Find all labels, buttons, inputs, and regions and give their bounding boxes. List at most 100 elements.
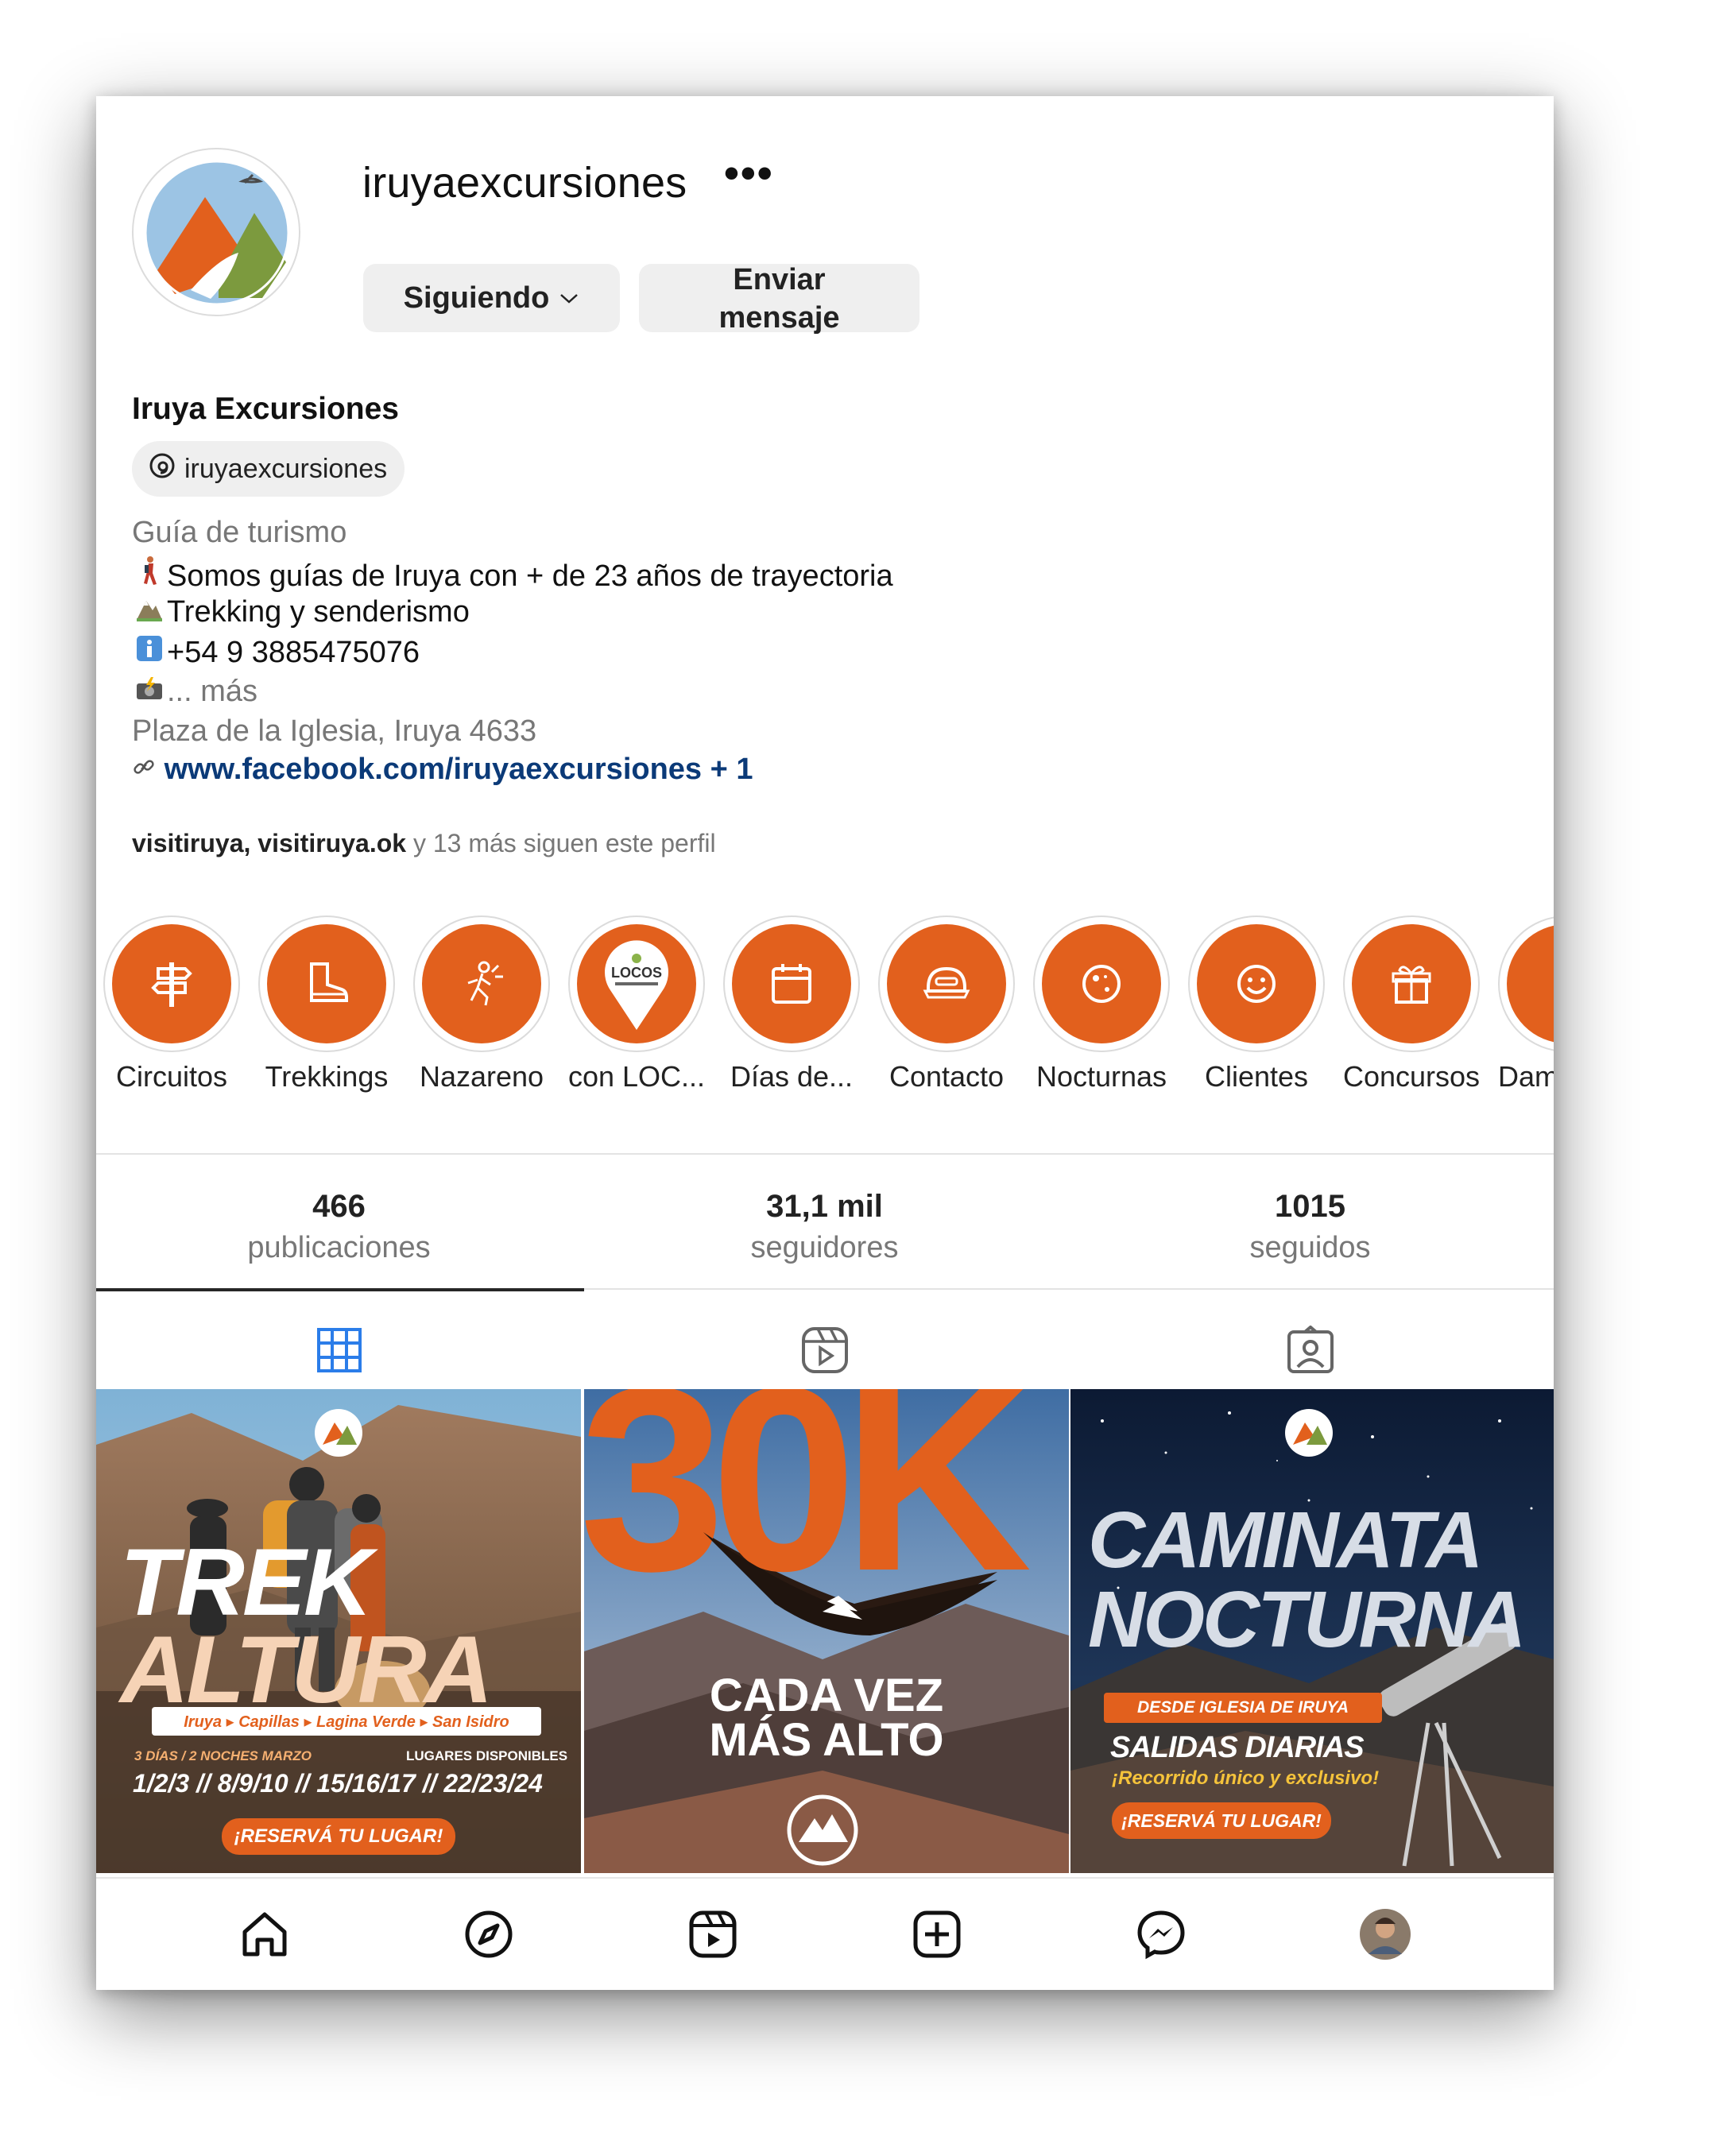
bio-more-link[interactable]: ... más <box>167 675 257 708</box>
post-title-line2: NOCTURNA <box>1088 1575 1526 1664</box>
post-subtitle: CADA VEZ MÁS ALTO <box>584 1673 1069 1766</box>
post-cta: ¡RESERVÁ TU LUGAR! <box>1112 1802 1331 1839</box>
post-availability: LUGARES DISPONIBLES <box>406 1748 568 1763</box>
post-route: Iruya ▸ Capillas ▸ Lagina Verde ▸ San Is… <box>152 1707 541 1736</box>
following-button[interactable]: Siguiendo <box>363 264 620 332</box>
link-icon <box>132 753 165 786</box>
highlight-label: Concursos <box>1342 1060 1481 1093</box>
post-trek-altura[interactable]: TREK ALTURA Iruya ▸ Capillas ▸ Lagina Ve… <box>96 1389 581 1873</box>
post-tagline: ¡Recorrido único y exclusivo! <box>1112 1767 1380 1789</box>
highlight-label: Circuitos <box>115 1060 228 1093</box>
camera-flash-emoji-icon <box>132 675 167 709</box>
highlight-label: Contacto <box>888 1060 1005 1093</box>
gift-icon <box>1392 966 1431 1004</box>
post-duration: 3 DÍAS / 2 NOCHES MARZO <box>134 1748 312 1763</box>
tagged-icon <box>1287 1326 1334 1373</box>
post-subtitle-line2: MÁS ALTO <box>709 1714 944 1766</box>
send-message-line1: Enviar <box>733 263 826 296</box>
iruya-logo-icon <box>144 160 290 306</box>
highlight-clientes[interactable]: Clientes <box>1187 915 1326 1093</box>
send-message-line2: mensaje <box>718 301 840 335</box>
calendar-icon <box>772 964 811 1004</box>
post-caminata-nocturna[interactable]: CAMINATA NOCTURNA DESDE IGLESIA DE IRUYA… <box>1070 1389 1554 1873</box>
stat-label: seguidos <box>1249 1231 1371 1264</box>
website-link-text: www.facebook.com/iruyaexcursiones + 1 <box>164 753 753 786</box>
send-message-button[interactable]: Enviar mensaje <box>639 263 919 335</box>
bio-text: +54 9 3885475076 <box>167 636 420 669</box>
post-title-line2: ALTURA <box>120 1616 493 1723</box>
post-cta: ¡RESERVÁ TU LUGAR! <box>222 1818 455 1855</box>
highlight-partial[interactable]: Dam <box>1496 915 1554 1093</box>
profile-category: Guía de turismo <box>132 516 347 549</box>
followed-by-note[interactable]: visitiruya, visitiruya.ok y 13 más sigue… <box>132 829 716 858</box>
following-button-label: Siguiendo <box>403 281 550 315</box>
highlight-label: Nocturnas <box>1036 1060 1167 1093</box>
reels-icon <box>801 1327 848 1373</box>
tab-reels[interactable] <box>582 1306 1067 1395</box>
bio-text: Somos guías de Iruya con + de 23 años de… <box>167 559 893 593</box>
stat-value: 466 <box>312 1189 366 1224</box>
highlight-circuitos[interactable]: Circuitos <box>102 915 242 1093</box>
highlight-label: Nazareno <box>419 1060 544 1093</box>
tab-posts-grid[interactable] <box>96 1306 582 1395</box>
highlight-label: Clientes <box>1204 1060 1309 1093</box>
chat-icon <box>923 966 970 999</box>
highlight-label: Días de... <box>730 1060 854 1093</box>
threads-link[interactable]: iruyaexcursiones <box>132 441 405 497</box>
section-divider <box>96 1153 1554 1155</box>
profile-avatar-large[interactable] <box>132 148 300 316</box>
post-title-line1: CAMINATA <box>1088 1496 1483 1585</box>
profile-address: Plaza de la Iglesia, Iruya 4633 <box>132 714 537 748</box>
highlight-nazareno[interactable]: Nazareno <box>412 915 552 1093</box>
mountain-emoji-icon <box>132 595 167 629</box>
profile-display-name: Iruya Excursiones <box>132 392 399 426</box>
instagram-profile-window: iruyaexcursiones ••• Siguiendo Enviar me… <box>96 96 1554 1990</box>
highlight-dias-de[interactable]: Días de... <box>722 915 861 1093</box>
bio-line: ... más <box>132 675 257 709</box>
stat-label: publicaciones <box>247 1231 431 1264</box>
threads-icon <box>148 451 176 487</box>
svg-text:LOCOS: LOCOS <box>611 965 662 981</box>
info-emoji-icon <box>132 635 167 670</box>
highlight-con-locos[interactable]: LOCOS con LOC... <box>567 915 707 1093</box>
profile-avatar[interactable] <box>1352 1901 1419 1968</box>
highlight-label: Trekkings <box>265 1060 389 1093</box>
bio-line: Somos guías de Iruya con + de 23 años de… <box>132 555 893 594</box>
explore-icon[interactable] <box>455 1901 522 1968</box>
highlight-concursos[interactable]: Concursos <box>1341 915 1481 1093</box>
home-icon[interactable] <box>231 1901 298 1968</box>
bio-line: +54 9 3885475076 <box>132 635 420 670</box>
highlight-nocturnas[interactable]: Nocturnas <box>1032 915 1171 1093</box>
highlight-contacto[interactable]: Contacto <box>877 915 1016 1093</box>
chevron-down-icon <box>559 284 579 312</box>
post-schedule: SALIDAS DIARIAS <box>1110 1731 1365 1764</box>
bottom-navigation-bar <box>96 1877 1554 1990</box>
person-walking-emoji-icon <box>132 555 167 594</box>
active-tab-indicator <box>96 1288 584 1291</box>
post-title-line1: TREK <box>120 1529 373 1635</box>
website-link[interactable]: www.facebook.com/iruyaexcursiones + 1 <box>132 753 753 787</box>
stat-following[interactable]: 1015 seguidos <box>1067 1189 1553 1265</box>
messenger-icon[interactable] <box>1128 1901 1194 1968</box>
post-30k[interactable]: 30K CADA VEZ MÁS ALTO <box>584 1389 1069 1873</box>
highlight-label: con LOC... <box>567 1060 706 1093</box>
stat-followers[interactable]: 31,1 mil seguidores <box>582 1189 1067 1265</box>
highlight-label: Dam <box>1498 1060 1554 1093</box>
threads-handle: iruyaexcursiones <box>184 453 388 484</box>
highlight-trekkings[interactable]: Trekkings <box>257 915 397 1093</box>
stat-value: 1015 <box>1275 1189 1345 1224</box>
followed-by-rest: y 13 más siguen este perfil <box>406 829 716 857</box>
hiker-icon <box>467 961 503 1006</box>
tab-tagged[interactable] <box>1067 1306 1553 1395</box>
condor-overlay <box>703 1532 997 1635</box>
stat-posts[interactable]: 466 publicaciones <box>96 1189 582 1265</box>
post-title: CAMINATA NOCTURNA <box>1088 1496 1526 1664</box>
more-options-icon[interactable]: ••• <box>724 149 774 198</box>
profile-username: iruyaexcursiones <box>362 159 687 207</box>
bio-text: Trekking y senderismo <box>167 595 470 629</box>
locos-pin-icon: LOCOS <box>605 940 668 1030</box>
stat-label: seguidores <box>750 1231 899 1264</box>
boot-icon <box>310 962 348 1002</box>
create-icon[interactable] <box>904 1901 970 1968</box>
reels-nav-icon[interactable] <box>679 1901 746 1968</box>
